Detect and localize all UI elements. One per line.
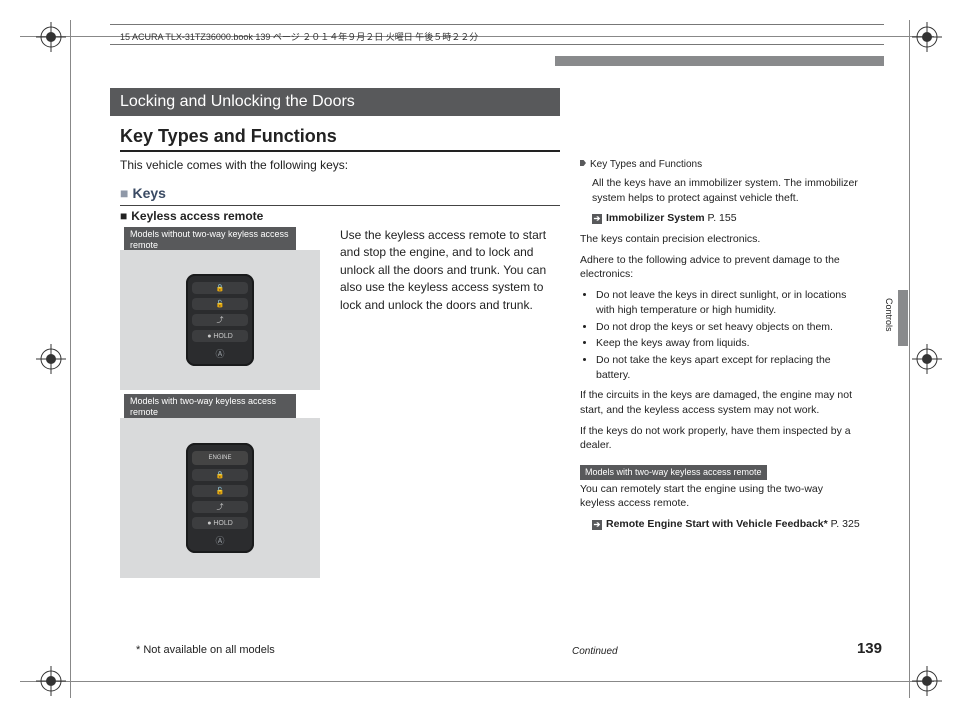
crop-line-bottom	[20, 681, 934, 682]
page-number: 139	[857, 640, 882, 657]
chapter-title: Locking and Unlocking the Doors	[110, 88, 560, 116]
side-p2b: Adhere to the following advice to preven…	[580, 253, 860, 282]
side-bullet: Do not leave the keys in direct sunlight…	[596, 288, 860, 317]
side-p2a: The keys contain precision electronics.	[580, 232, 860, 247]
subheading-rule	[120, 205, 560, 206]
side-bullet: Keep the keys away from liquids.	[596, 336, 860, 351]
side-ref-immobilizer: ➔ Immobilizer System P. 155	[592, 211, 860, 226]
fob-hold-icon: ● HOLD	[192, 517, 248, 529]
header-accent-bar	[555, 56, 884, 66]
side-model-label-twoway: Models with two-way keyless access remot…	[580, 465, 767, 480]
side-bullet-list: Do not leave the keys in direct sunlight…	[580, 288, 860, 382]
thumb-tab-label: Controls	[884, 298, 894, 332]
subsubheading-label: Keyless access remote	[131, 209, 263, 223]
registration-mark-icon	[36, 344, 66, 374]
model-label-with-twoway: Models with two-way keyless access remot…	[124, 394, 296, 421]
footnote: * Not available on all models	[136, 644, 275, 656]
fob-unlock-icon: 🔓	[192, 298, 248, 310]
fob-trunk-icon: ⤴	[192, 501, 248, 513]
fob-unlock-icon: 🔓	[192, 485, 248, 497]
header-meta: 15 ACURA TLX-31TZ36000.book 139 ページ ２０１４…	[120, 30, 478, 43]
side-ref-remote-start: ➔ Remote Engine Start with Vehicle Feedba…	[592, 517, 860, 532]
side-ref2-page: P. 325	[831, 518, 860, 530]
header-rule	[110, 44, 884, 45]
key-fob-icon: 🔒 🔓 ⤴ ● HOLD Ⓐ	[186, 274, 254, 366]
side-ref1-label: Immobilizer System	[606, 212, 705, 224]
registration-mark-icon	[36, 22, 66, 52]
header-rule	[110, 24, 884, 25]
subheading-keys-label: Keys	[132, 185, 165, 201]
side-ref2-label: Remote Engine Start with Vehicle Feedbac…	[606, 518, 828, 530]
crop-line-right	[909, 20, 910, 698]
link-arrow-icon: ➔	[592, 520, 602, 530]
thumb-tab	[898, 290, 908, 346]
fob-lock-icon: 🔒	[192, 282, 248, 294]
intro-text: This vehicle comes with the following ke…	[120, 158, 348, 172]
side-p1: All the keys have an immobilizer system.…	[592, 176, 860, 205]
subsubheading-keyless-remote: ■Keyless access remote	[120, 209, 263, 223]
key-fob-illustration-basic: 🔒 🔓 ⤴ ● HOLD Ⓐ	[120, 250, 320, 390]
side-p3: If the circuits in the keys are damaged,…	[580, 388, 860, 417]
side-column: Key Types and Functions All the keys hav…	[580, 158, 860, 538]
registration-mark-icon	[912, 666, 942, 696]
side-p4: If the keys do not work properly, have t…	[580, 424, 860, 453]
side-p5: You can remotely start the engine using …	[580, 482, 860, 511]
fob-hold-icon: ● HOLD	[192, 330, 248, 342]
key-fob-illustration-twoway: ENGINE 🔒 🔓 ⤴ ● HOLD Ⓐ	[120, 418, 320, 578]
side-bullet: Do not drop the keys or set heavy object…	[596, 320, 860, 335]
side-bullet: Do not take the keys apart except for re…	[596, 353, 860, 382]
side-ref1-page: P. 155	[708, 212, 737, 224]
registration-mark-icon	[912, 344, 942, 374]
section-rule	[120, 150, 560, 152]
link-arrow-icon: ➔	[592, 214, 602, 224]
section-heading: Key Types and Functions	[120, 126, 337, 147]
fob-logo-icon: Ⓐ	[192, 348, 248, 358]
subheading-keys: ■Keys	[120, 185, 166, 201]
registration-mark-icon	[912, 22, 942, 52]
fob-engine-icon: ENGINE	[192, 451, 248, 465]
main-body-text: Use the keyless access remote to start a…	[340, 227, 558, 314]
registration-mark-icon	[36, 666, 66, 696]
fob-logo-icon: Ⓐ	[192, 535, 248, 545]
fob-lock-icon: 🔒	[192, 469, 248, 481]
side-heading: Key Types and Functions	[580, 158, 860, 172]
key-fob-icon: ENGINE 🔒 🔓 ⤴ ● HOLD Ⓐ	[186, 443, 254, 553]
fob-trunk-icon: ⤴	[192, 314, 248, 326]
continued-label: Continued	[572, 646, 618, 657]
crop-line-left	[70, 20, 71, 698]
